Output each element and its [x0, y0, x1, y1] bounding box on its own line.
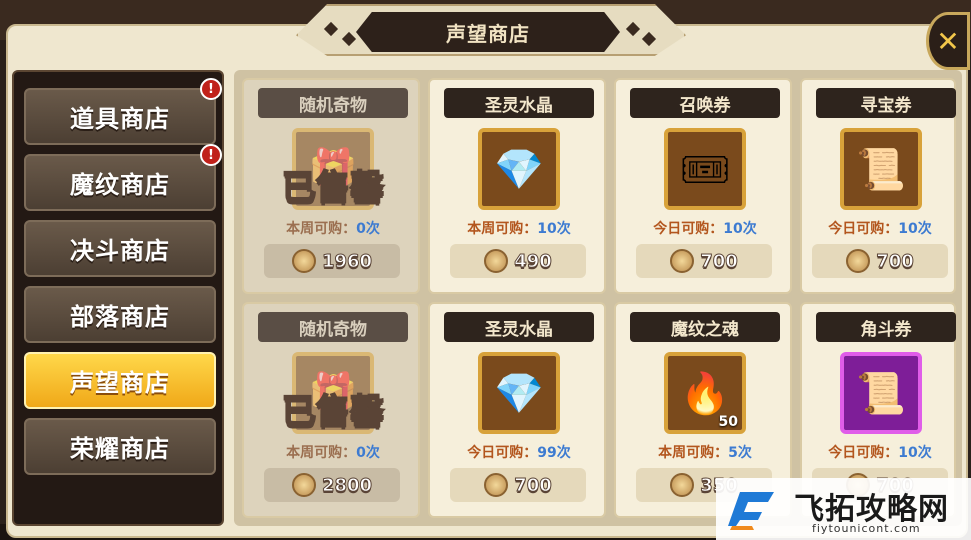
item-frame: 🎟 [664, 128, 746, 210]
close-button[interactable]: ✕ [926, 12, 970, 70]
sidebar-item-rune-shop[interactable]: 魔纹商店 ! [24, 144, 222, 211]
treasure-scroll-icon: 📜 [856, 146, 906, 193]
sidebar-item-duel-shop[interactable]: 决斗商店 [24, 220, 216, 277]
shop-item-card[interactable]: 圣灵水晶 💎 本周可购：10次 490 [428, 78, 606, 294]
sidebar-item-label: 道具商店 [70, 105, 170, 133]
crossed-swords-close-icon: ✕ [936, 24, 960, 58]
shop-item-card[interactable]: 寻宝券 📜 今日可购：10次 700 [800, 78, 956, 294]
item-frame: 💎 [478, 352, 560, 434]
pk-scroll-icon: 📜 [856, 370, 906, 417]
watermark-logo-icon [728, 492, 774, 530]
purchase-limit: 本周可购：10次 [467, 221, 571, 237]
shop-item-card[interactable]: 随机奇物 🎁 已售罄 本周可购：0次 2800 [242, 302, 420, 518]
watermark: 飞拓攻略网 fiytounicont.com [716, 478, 971, 540]
sidebar-item-reputation-shop[interactable]: 声望商店 [24, 352, 216, 409]
price-value: 700 [514, 474, 553, 496]
purchase-limit: 本周可购：5次 [658, 445, 752, 461]
sidebar-item-label: 魔纹商店 [70, 171, 170, 199]
page-title: 声望商店 [446, 21, 530, 46]
sidebar-item-label: 决斗商店 [70, 237, 170, 265]
item-frame: 💎 [478, 128, 560, 210]
item-name: 召唤券 [630, 88, 780, 118]
reputation-coin-icon [670, 249, 695, 273]
purchase-limit: 今日可购：10次 [828, 221, 932, 237]
reputation-coin-icon [291, 473, 316, 497]
sidebar-item-tribe-shop[interactable]: 部落商店 [24, 286, 216, 343]
title-bar: 声望商店 [356, 12, 620, 52]
item-name: 角斗券 [816, 312, 956, 342]
reputation-coin-icon [846, 249, 871, 273]
price-tag: 700 [636, 244, 772, 278]
purchase-limit: 今日可购：10次 [653, 221, 757, 237]
watermark-url: fiytounicont.com [812, 522, 921, 535]
sidebar-item-label: 荣耀商店 [70, 435, 170, 463]
sidebar-item-label: 声望商店 [70, 369, 170, 397]
purchase-limit: 今日可购：10次 [828, 445, 932, 461]
reputation-coin-icon [670, 473, 695, 497]
price-tag: 2800 [264, 468, 400, 502]
sold-out-label: 已售罄 [281, 391, 385, 433]
item-name: 圣灵水晶 [444, 312, 594, 342]
price-tag: 490 [450, 244, 586, 278]
reputation-coin-icon [484, 473, 509, 497]
price-tag: 700 [450, 468, 586, 502]
reputation-coin-icon [484, 249, 509, 273]
item-frame: 📜 [840, 128, 922, 210]
item-name: 随机奇物 [258, 312, 408, 342]
item-frame: 📜 [840, 352, 922, 434]
sidebar-item-glory-shop[interactable]: 荣耀商店 [24, 418, 216, 475]
red-crystal-icon: 💎 [494, 146, 544, 193]
price-value: 2800 [321, 474, 373, 496]
item-quantity: 50 [718, 414, 738, 430]
item-name: 随机奇物 [258, 88, 408, 118]
alert-badge: ! [200, 144, 222, 166]
item-name: 寻宝券 [816, 88, 956, 118]
shop-item-card[interactable]: 召唤券 🎟 今日可购：10次 700 [614, 78, 792, 294]
price-tag: 700 [812, 244, 948, 278]
price-value: 490 [514, 250, 553, 272]
shop-item-card[interactable]: 圣灵水晶 💎 今日可购：99次 700 [428, 302, 606, 518]
shop-grid: 随机奇物 🎁 已售罄 本周可购：0次 1960 圣灵水晶 💎 本周可购：10次 … [234, 70, 962, 526]
price-tag: 1960 [264, 244, 400, 278]
summon-ticket-icon: 🎟 [679, 146, 731, 193]
purchase-limit: 今日可购：99次 [467, 445, 571, 461]
shop-sidebar: 道具商店 ! 魔纹商店 ! 决斗商店 部落商店 声望商店 荣耀商店 [12, 70, 224, 526]
sidebar-item-label: 部落商店 [70, 303, 170, 331]
shop-item-card[interactable]: 随机奇物 🎁 已售罄 本周可购：0次 1960 [242, 78, 420, 294]
purchase-limit: 本周可购：0次 [286, 445, 380, 461]
red-crystal-icon: 💎 [494, 370, 544, 417]
reputation-coin-icon [291, 249, 316, 273]
item-frame: 🔥 50 [664, 352, 746, 434]
sold-out-label: 已售罄 [281, 167, 385, 209]
sidebar-item-item-shop[interactable]: 道具商店 ! [24, 78, 222, 145]
item-name: 魔纹之魂 [630, 312, 780, 342]
alert-badge: ! [200, 78, 222, 100]
purchase-limit: 本周可购：0次 [286, 221, 380, 237]
price-value: 700 [700, 250, 739, 272]
price-value: 700 [876, 250, 915, 272]
price-value: 1960 [321, 250, 373, 272]
fire-soul-icon: 🔥 [680, 370, 730, 417]
item-name: 圣灵水晶 [444, 88, 594, 118]
